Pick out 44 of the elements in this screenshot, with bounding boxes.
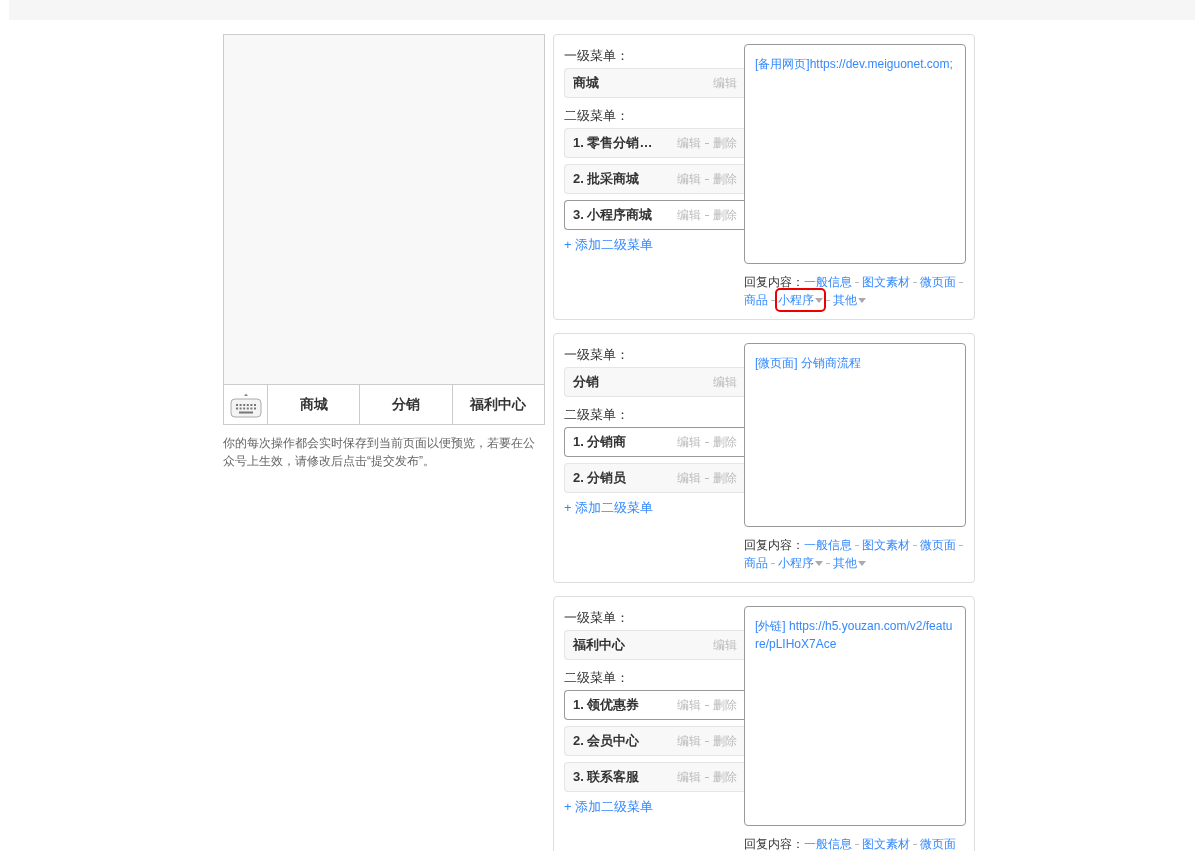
menu-tab[interactable]: 商城 <box>268 385 361 424</box>
submenu-item[interactable]: 3. 小程序商城 编辑 删除 <box>564 200 744 230</box>
reply-option[interactable]: 微页面 <box>920 536 956 554</box>
reply-option[interactable]: 其他 <box>833 554 866 572</box>
keyboard-icon[interactable] <box>229 391 262 418</box>
reply-link[interactable]: [外链] https://h5.youzan.com/v2/feature/pLIHoX7Ace <box>755 617 955 653</box>
reply-option[interactable]: 小程序 <box>778 291 823 309</box>
level2-label: 二级菜单： <box>564 406 630 424</box>
level1-label: 一级菜单： <box>564 609 630 627</box>
add-submenu-link[interactable]: + 添加二级菜单 <box>564 797 744 817</box>
level1-label: 一级菜单： <box>564 346 630 364</box>
reply-label: 回复内容： <box>744 537 804 554</box>
reply-option[interactable]: 商品 <box>744 291 768 309</box>
reply-label: 回复内容： <box>744 274 804 291</box>
edit-link[interactable]: 编辑 <box>677 206 701 224</box>
reply-option[interactable]: 一般信息 <box>804 835 852 851</box>
reply-link[interactable]: [备用网页]https://dev.meiguonet.com; <box>755 55 955 73</box>
reply-link[interactable]: [微页面] 分销商流程 <box>755 354 955 372</box>
edit-link[interactable]: 编辑 <box>677 433 701 451</box>
save-note: 你的每次操作都会实时保存到当前页面以便预览，若要在公众号上生效，请修改后点击“提交发布”。 <box>223 435 536 470</box>
delete-link[interactable]: 删除 <box>713 433 737 451</box>
level1-label: 一级菜单： <box>564 47 630 65</box>
reply-option[interactable]: 一般信息 <box>804 273 852 291</box>
reply-option[interactable]: 微页面 <box>920 273 956 291</box>
reply-option[interactable]: 微页面 <box>920 835 956 851</box>
reply-option[interactable]: 小程序 <box>778 554 823 572</box>
menu-tab[interactable]: 分销 <box>360 385 453 424</box>
delete-link[interactable]: 删除 <box>713 206 737 224</box>
reply-option[interactable]: 图文素材 <box>862 835 910 851</box>
reply-option[interactable]: 图文素材 <box>862 273 910 291</box>
submenu-item[interactable]: 1. 领优惠券 编辑 删除 <box>564 690 744 720</box>
add-submenu-link[interactable]: + 添加二级菜单 <box>564 235 744 255</box>
menu-tab[interactable]: 福利中心 <box>452 385 544 424</box>
edit-link[interactable]: 编辑 <box>677 696 701 714</box>
level2-label: 二级菜单： <box>564 669 630 687</box>
reply-option[interactable]: 图文素材 <box>862 536 910 554</box>
delete-link[interactable]: 删除 <box>713 696 737 714</box>
level2-label: 二级菜单： <box>564 107 630 125</box>
reply-option[interactable]: 商品 <box>744 554 768 572</box>
reply-option[interactable]: 其他 <box>833 291 866 309</box>
reply-label: 回复内容： <box>744 836 804 851</box>
reply-option[interactable]: 一般信息 <box>804 536 852 554</box>
add-submenu-link[interactable]: + 添加二级菜单 <box>564 498 744 518</box>
submenu-item[interactable]: 1. 分销商 编辑 删除 <box>564 427 744 457</box>
